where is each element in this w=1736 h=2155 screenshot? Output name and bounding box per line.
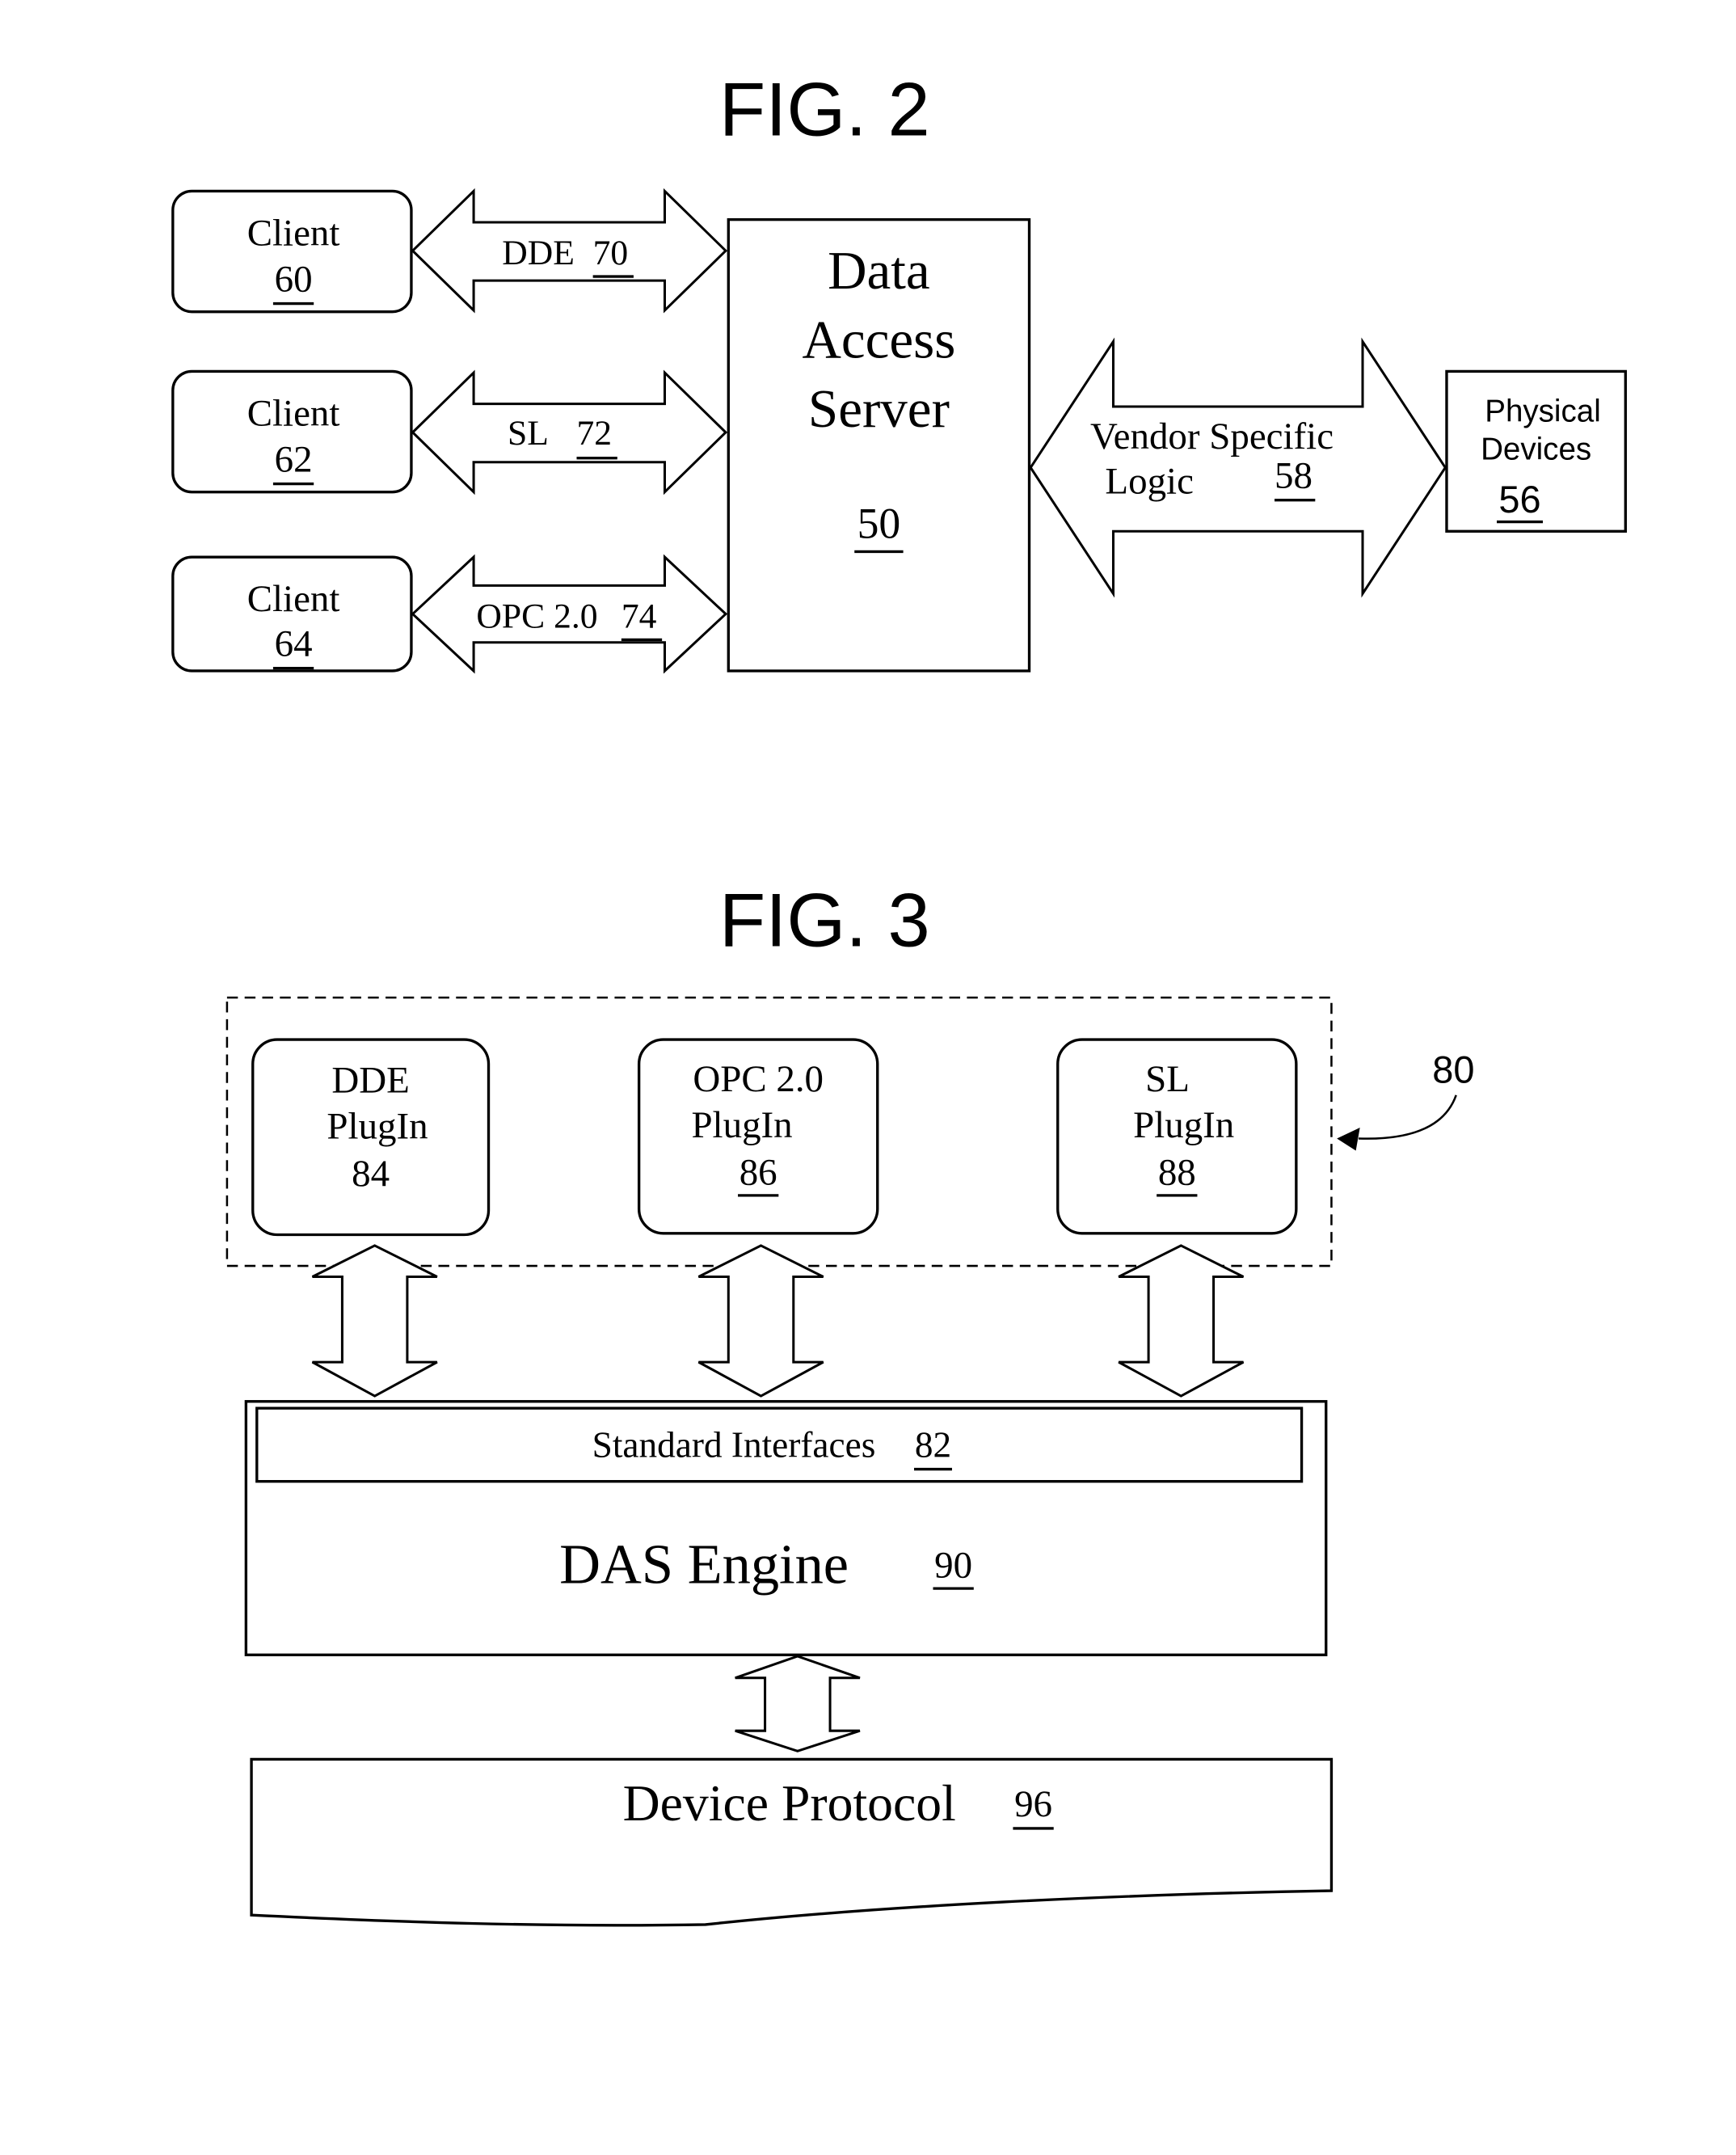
das-engine-box: Standard Interfaces 82 DAS Engine 90 xyxy=(244,1400,1328,1656)
plugin-ref: 84 xyxy=(352,1153,390,1195)
dde-plugin-box: DDE PlugIn 84 xyxy=(251,1038,491,1237)
opc-plugin-box: OPC 2.0 PlugIn 86 xyxy=(637,1038,879,1235)
das-engine-label: DAS Engine xyxy=(559,1533,849,1596)
plugin-ref: 88 xyxy=(1158,1151,1196,1193)
dde-plugin-engine-double-arrow-icon xyxy=(311,1244,438,1398)
leader-line xyxy=(1358,1094,1457,1140)
physical-devices-ref: 56 xyxy=(1498,479,1540,521)
link-label: DDE xyxy=(502,234,575,272)
plugin-label: PlugIn xyxy=(691,1104,792,1146)
link-ref: 70 xyxy=(593,234,629,272)
plugin-label: PlugIn xyxy=(1133,1104,1234,1146)
physical-devices-line2: Devices xyxy=(1481,432,1591,466)
double-arrow-icon xyxy=(411,369,728,496)
standard-interfaces-ref: 82 xyxy=(915,1424,951,1465)
vendor-logic-line2: Logic xyxy=(1105,460,1193,502)
sl-link-arrow: SL 72 xyxy=(411,369,728,496)
client-label: Client xyxy=(247,578,340,620)
physical-devices-box: Physical Devices 56 xyxy=(1445,369,1627,533)
link-label: OPC 2.0 xyxy=(476,597,597,635)
server-label-line1: Data xyxy=(828,240,930,301)
plugin-label: PlugIn xyxy=(327,1105,428,1147)
fig3: FIG. 3 80 DDE PlugIn 84 OPC 2.0 PlugIn 8… xyxy=(225,877,1474,1927)
das-engine-ref: 90 xyxy=(934,1545,972,1587)
link-label: SL xyxy=(508,414,549,453)
client-ref: 60 xyxy=(275,258,313,300)
dde-link-arrow: DDE 70 xyxy=(411,188,728,314)
plugin-group-ref: 80 xyxy=(1432,1049,1474,1091)
sl-plugin-engine-double-arrow-icon xyxy=(1118,1244,1245,1398)
client-ref: 62 xyxy=(275,439,313,481)
sl-plugin-box: SL PlugIn 88 xyxy=(1056,1038,1298,1235)
plugin-name: SL xyxy=(1145,1058,1190,1100)
double-arrow-icon xyxy=(1029,337,1447,598)
leader-arrowhead-icon xyxy=(1337,1128,1360,1151)
client-box-60: Client 60 xyxy=(171,189,413,314)
fig3-title: FIG. 3 xyxy=(719,877,930,962)
client-label: Client xyxy=(247,392,340,434)
plugin-name: OPC 2.0 xyxy=(693,1058,824,1100)
standard-interfaces-label: Standard Interfaces xyxy=(592,1424,876,1465)
vendor-specific-logic-arrow: Vendor Specific Logic 58 xyxy=(1029,337,1447,598)
opc-plugin-engine-double-arrow-icon xyxy=(697,1244,824,1398)
client-ref: 64 xyxy=(275,623,313,665)
plugin-ref: 86 xyxy=(739,1151,777,1193)
device-protocol-box: Device Protocol 96 xyxy=(250,1757,1334,1927)
plugin-name: DDE xyxy=(331,1059,409,1101)
fig2: FIG. 2 Client 60 Client 62 Client 64 DDE… xyxy=(171,67,1627,674)
server-ref: 50 xyxy=(857,500,901,548)
server-label-line2: Access xyxy=(802,310,955,370)
server-label-line3: Server xyxy=(808,378,950,439)
device-protocol-label: Device Protocol xyxy=(623,1774,956,1832)
link-ref: 74 xyxy=(622,597,657,635)
device-protocol-ref: 96 xyxy=(1014,1783,1052,1825)
vendor-logic-line1: Vendor Specific xyxy=(1090,415,1334,458)
data-access-server-box: Data Access Server 50 xyxy=(727,217,1031,673)
vendor-logic-ref: 58 xyxy=(1275,455,1313,497)
engine-protocol-double-arrow-icon xyxy=(735,1655,861,1752)
fig2-title: FIG. 2 xyxy=(719,67,930,152)
client-box-64: Client 64 xyxy=(171,555,413,673)
physical-devices-line1: Physical xyxy=(1485,394,1601,428)
client-box-62: Client 62 xyxy=(171,369,413,494)
link-ref: 72 xyxy=(577,414,613,453)
client-label: Client xyxy=(247,212,340,254)
patent-figure-sheet: FIG. 2 Client 60 Client 62 Client 64 DDE… xyxy=(171,67,1627,1927)
opc-link-arrow: OPC 2.0 74 xyxy=(411,554,728,674)
